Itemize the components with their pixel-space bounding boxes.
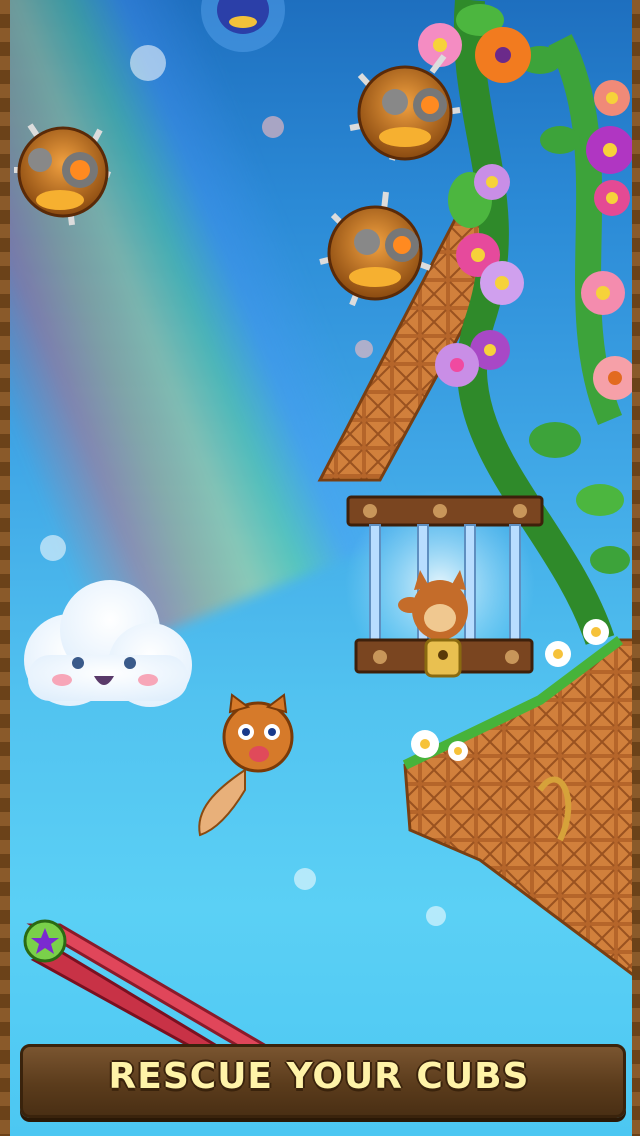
wood-border-left (0, 0, 10, 1136)
brick-hill-lower (402, 636, 640, 982)
golden-lock[interactable] (424, 638, 462, 678)
wood-border-right (632, 0, 640, 1136)
spiked-mine[interactable] (14, 123, 112, 226)
star-button[interactable] (23, 919, 67, 963)
cloud-character[interactable] (24, 580, 192, 707)
rescue-banner: RESCUE YOUR CUBS (10, 1030, 628, 1126)
blue-creature (201, 0, 285, 52)
cage[interactable] (345, 490, 544, 680)
spiked-mine[interactable] (349, 54, 461, 161)
fox-player[interactable] (198, 693, 294, 837)
scene-art (14, 0, 640, 1062)
spiked-mine[interactable] (319, 191, 432, 307)
banner-text: RESCUE YOUR CUBS (108, 1056, 530, 1097)
game-scene[interactable]: RESCUE YOUR CUBS (0, 0, 640, 1136)
